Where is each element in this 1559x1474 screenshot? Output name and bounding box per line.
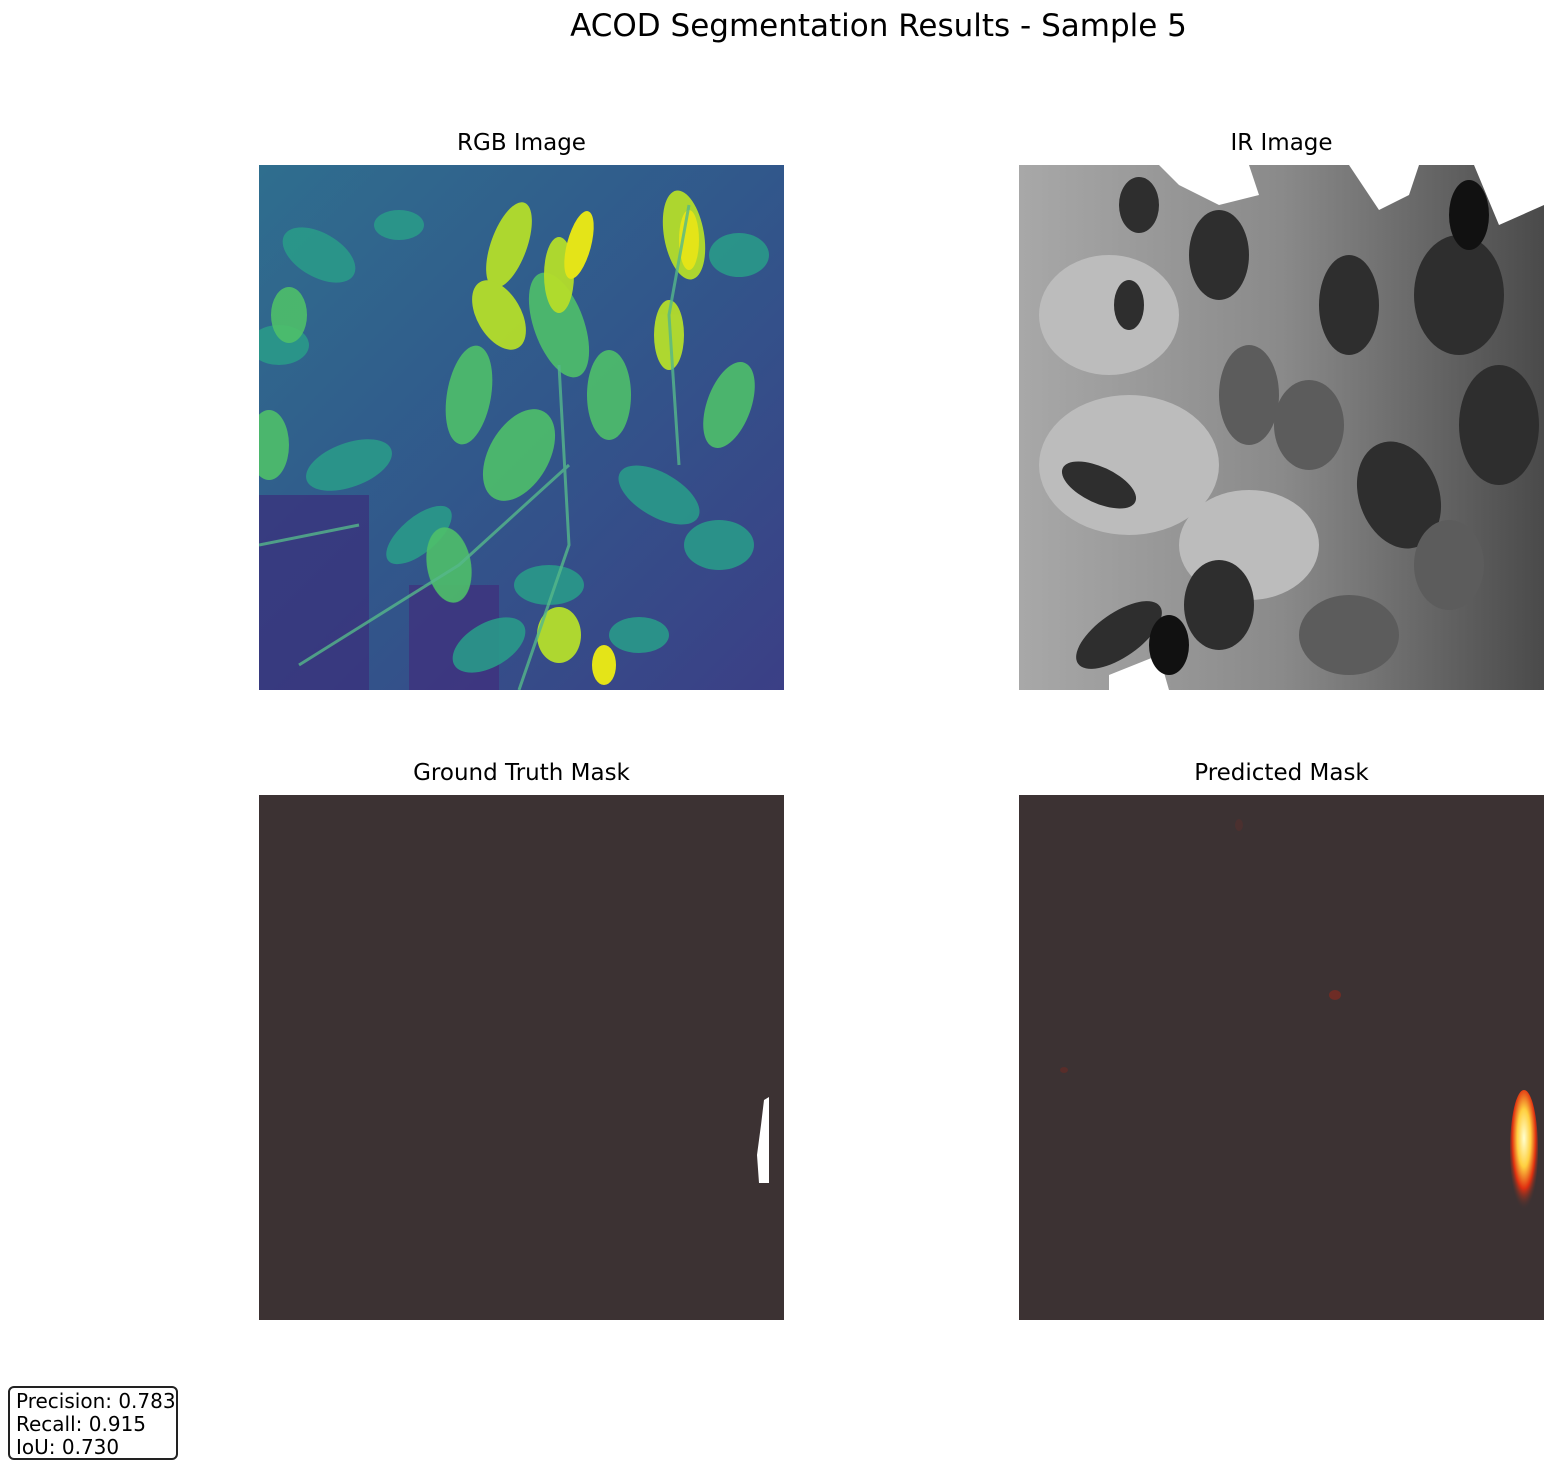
ground-truth-mask (259, 795, 784, 1320)
recall-text: Recall: 0.915 (16, 1412, 147, 1436)
figure-title: ACOD Segmentation Results - Sample 5 (570, 8, 1187, 44)
rgb-image (259, 165, 784, 690)
ir-panel-title: IR Image (1230, 130, 1333, 156)
pred-panel-title: Predicted Mask (1194, 760, 1369, 786)
gt-panel-title: Ground Truth Mask (413, 760, 630, 786)
pred-mask-region (1510, 1090, 1538, 1210)
metrics-box: Precision: 0.783 Recall: 0.915 IoU: 0.73… (8, 1386, 178, 1460)
precision-text: Precision: 0.783 (16, 1389, 176, 1413)
iou-text: IoU: 0.730 (16, 1435, 120, 1459)
rgb-panel-title: RGB Image (457, 130, 586, 156)
ir-image (1019, 165, 1544, 690)
predicted-mask (1019, 795, 1544, 1320)
